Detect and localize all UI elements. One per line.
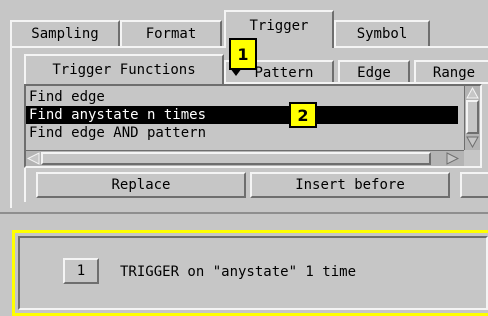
scroll-right-arrow-icon[interactable]	[446, 152, 459, 165]
callout-2: 2	[289, 102, 317, 128]
callout-2-label: 2	[297, 105, 309, 125]
next-button-partial[interactable]	[460, 172, 488, 198]
subtab-edge[interactable]: Edge	[338, 60, 410, 84]
section-divider	[0, 212, 488, 214]
callout-1-pointer-icon	[230, 68, 242, 76]
callout-1-label: 1	[237, 44, 249, 64]
sequence-step-text[interactable]: TRIGGER on "anystate" 1 time	[120, 262, 356, 282]
scroll-left-arrow-icon[interactable]	[27, 152, 40, 165]
list-item-find-edge-and-pattern[interactable]: Find edge AND pattern	[26, 124, 458, 142]
subtab-trigger-functions[interactable]: Trigger Functions	[24, 54, 224, 84]
tab-trigger-label: Trigger	[249, 18, 309, 34]
list-item-find-anystate[interactable]: Find anystate n times	[26, 106, 458, 124]
tab-symbol-label: Symbol	[356, 26, 408, 42]
list-viewport: Find edge Find anystate n times Find edg…	[26, 88, 458, 146]
scroll-up-arrow-icon[interactable]	[466, 87, 479, 99]
trigger-functions-list[interactable]: Find edge Find anystate n times Find edg…	[24, 84, 482, 168]
list-item-find-edge[interactable]: Find edge	[26, 88, 458, 106]
tab-format[interactable]: Format	[120, 20, 222, 46]
tab-format-label: Format	[145, 26, 197, 42]
insert-before-button[interactable]: Insert before	[250, 172, 450, 198]
hscroll-thumb[interactable]	[41, 152, 431, 165]
subtab-range[interactable]: Range	[414, 60, 488, 84]
tab-symbol[interactable]: Symbol	[334, 20, 430, 46]
subtab-edge-label: Edge	[357, 65, 391, 81]
sequence-step-number: 1	[76, 263, 86, 279]
subtab-trigger-functions-label: Trigger Functions	[52, 62, 196, 78]
insert-before-button-label: Insert before	[295, 177, 405, 193]
subtab-range-label: Range	[432, 65, 476, 81]
callout-1: 1	[229, 38, 257, 70]
scroll-thumb[interactable]	[466, 100, 479, 134]
list-vertical-scrollbar[interactable]	[464, 86, 480, 150]
sequence-step-number-button[interactable]: 1	[63, 258, 99, 284]
tab-sampling-label: Sampling	[31, 26, 99, 42]
tab-sampling[interactable]: Sampling	[10, 20, 120, 46]
scroll-down-arrow-icon[interactable]	[466, 136, 479, 148]
replace-button-label: Replace	[111, 177, 171, 193]
list-horizontal-scrollbar[interactable]	[26, 150, 464, 166]
replace-button[interactable]: Replace	[36, 172, 246, 198]
